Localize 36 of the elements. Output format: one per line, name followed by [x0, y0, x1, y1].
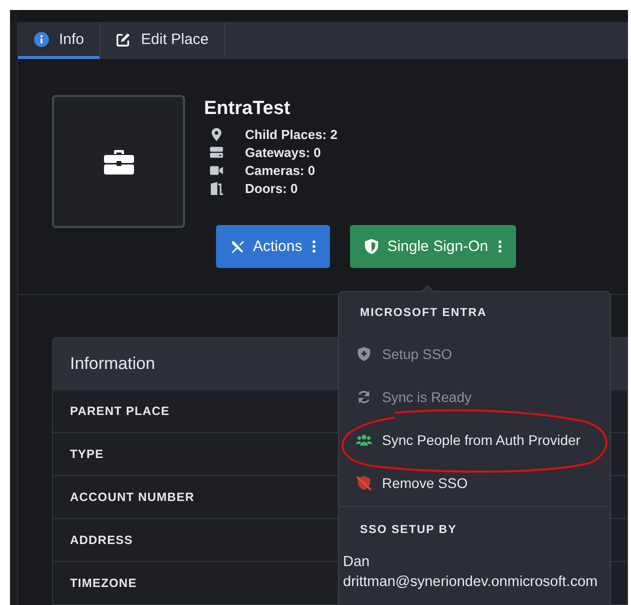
menu-section-header: SSO SETUP BY [359, 523, 458, 537]
dropdown-button[interactable]: Actions [216, 225, 330, 268]
menu-item[interactable]: Remove SSO [339, 461, 610, 504]
tab[interactable]: Edit Place [100, 22, 225, 59]
field-label: ACCOUNT NUMBER [70, 490, 194, 504]
kebab-icon [498, 240, 502, 253]
menu-section-header: MICROSOFT ENTRA [359, 306, 488, 320]
field-label: ADDRESS [70, 533, 133, 547]
tab[interactable]: Info [18, 22, 100, 59]
user-name: Dan [342, 553, 370, 572]
door-icon [210, 182, 223, 194]
field-label: PARENT PLACE [70, 404, 170, 418]
stat-text: Cameras: 0 [245, 162, 316, 178]
shield-plus-icon [356, 346, 372, 360]
card-title: Information [70, 354, 156, 374]
people-icon [356, 432, 372, 446]
dropdown-button[interactable]: Single Sign-On [350, 225, 516, 268]
sync-icon [356, 390, 372, 404]
tools-icon [230, 239, 245, 254]
stat-text: Child Places: 2 [245, 126, 338, 142]
info-icon [34, 32, 49, 46]
map-pin-icon [210, 128, 223, 140]
menu-item[interactable]: Sync People from Auth Provider [339, 418, 610, 461]
user-email: drittman@syneriondev.onmicrosoft.com [342, 573, 598, 592]
kebab-icon [312, 240, 316, 253]
field-label: TIMEZONE [70, 576, 137, 590]
stat-text: Doors: 0 [245, 180, 298, 196]
server-icon [210, 146, 223, 158]
edit-icon [116, 32, 132, 46]
briefcase-icon [104, 148, 134, 174]
shield-off-icon [356, 476, 372, 490]
field-label: TYPE [70, 447, 104, 461]
place-name: EntraTest [204, 98, 292, 120]
shield-icon [364, 239, 380, 254]
stat-text: Gateways: 0 [245, 144, 321, 160]
video-camera-icon [210, 164, 223, 176]
